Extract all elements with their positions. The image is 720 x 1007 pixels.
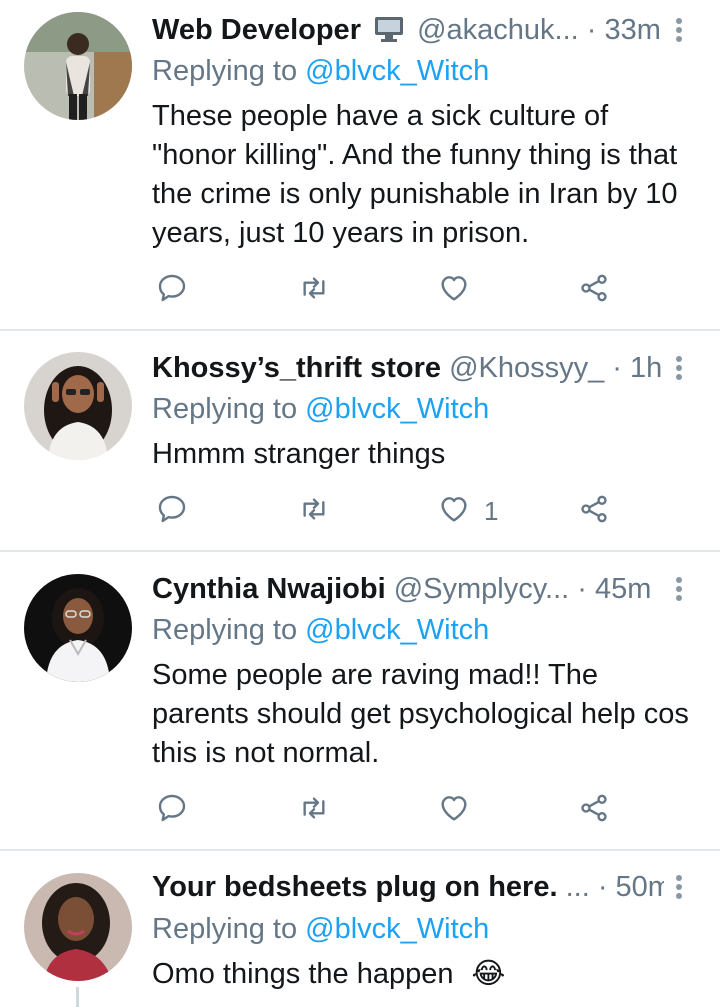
tweet-actions: 1 — [0, 491, 720, 531]
mention-link[interactable]: @blvck_Witch — [305, 393, 489, 425]
replying-to: Replying to @blvck_Witch — [152, 909, 489, 949]
more-vertical-icon[interactable] — [664, 348, 694, 388]
share-icon — [578, 272, 610, 309]
retweet-button[interactable] — [298, 491, 330, 531]
avatar[interactable] — [24, 12, 132, 120]
timestamp[interactable]: · 1h — [612, 352, 662, 384]
display-name[interactable]: Web Developer — [152, 14, 361, 46]
tweet-2[interactable]: Khossy’s_thrift store @Khossyy_ · 1h Rep… — [0, 331, 720, 551]
replying-label: Replying to — [152, 55, 298, 87]
avatar[interactable] — [24, 352, 132, 460]
timestamp[interactable]: · 33m — [587, 14, 661, 46]
retweet-icon — [298, 493, 330, 530]
more-vertical-icon[interactable] — [664, 569, 694, 609]
retweet-button[interactable] — [298, 270, 330, 310]
replying-to: Replying to @blvck_Witch — [152, 389, 489, 429]
display-name[interactable]: Your bedsheets plug on here. — [152, 871, 558, 903]
tweet-actions — [0, 270, 720, 310]
replying-label: Replying to — [152, 913, 298, 945]
mention-link[interactable]: @blvck_Witch — [305, 55, 489, 87]
share-button[interactable] — [578, 491, 610, 531]
tweet-4[interactable]: Your bedsheets plug on here. ... · 50m R… — [0, 851, 720, 1007]
laughing-emoji-icon: 😂 — [471, 958, 506, 990]
tweet-3[interactable]: Cynthia Nwajiobi @Symplycy... · 45m Repl… — [0, 552, 720, 850]
share-button[interactable] — [578, 270, 610, 310]
heart-icon — [438, 792, 470, 829]
timestamp[interactable]: · 50m — [598, 871, 664, 903]
tweet-text: These people have a sick culture of "hon… — [152, 100, 678, 249]
like-button[interactable] — [438, 270, 484, 310]
share-icon — [578, 493, 610, 530]
timestamp[interactable]: · 45m — [577, 573, 651, 605]
user-handle[interactable]: ... — [566, 871, 590, 903]
retweet-icon — [298, 792, 330, 829]
replying-label: Replying to — [152, 614, 298, 646]
like-count: 1 — [484, 495, 499, 526]
mention-link[interactable]: @blvck_Witch — [305, 913, 489, 945]
reply-button[interactable] — [156, 790, 188, 830]
tweet-text-container: Omo things the happen 😂 — [152, 955, 692, 994]
replying-to: Replying to @blvck_Witch — [152, 51, 489, 91]
share-icon — [578, 792, 610, 829]
reply-icon — [156, 493, 188, 530]
user-handle[interactable]: @Khossyy_ — [449, 352, 604, 384]
reply-button[interactable] — [156, 270, 188, 310]
like-button[interactable]: 1 — [438, 491, 498, 531]
heart-icon — [438, 493, 470, 530]
like-button[interactable] — [438, 790, 484, 830]
share-button[interactable] — [578, 790, 610, 830]
replying-to: Replying to @blvck_Witch — [152, 610, 489, 650]
computer-icon — [373, 14, 405, 50]
mention-link[interactable]: @blvck_Witch — [305, 614, 489, 646]
display-name[interactable]: Cynthia Nwajiobi — [152, 573, 386, 605]
retweet-icon — [298, 272, 330, 309]
avatar[interactable] — [24, 574, 132, 682]
tweet-actions — [0, 790, 720, 830]
tweet-text: Some people are raving mad!! The parents… — [152, 659, 689, 769]
user-handle[interactable]: @Symplycy... — [394, 573, 570, 605]
tweet-1[interactable]: Web Developer @akachuk... · 33m Replying… — [0, 0, 720, 330]
more-vertical-icon[interactable] — [664, 867, 694, 907]
user-handle[interactable]: @akachuk... — [417, 14, 579, 46]
reply-button[interactable] — [156, 491, 188, 531]
reply-icon — [156, 792, 188, 829]
replying-label: Replying to — [152, 393, 298, 425]
reply-icon — [156, 272, 188, 309]
tweet-text: Hmmm stranger things — [152, 438, 446, 470]
tweet-text: Omo things the happen — [152, 958, 454, 990]
heart-icon — [438, 272, 470, 309]
thread-line — [76, 987, 79, 1007]
retweet-button[interactable] — [298, 790, 330, 830]
avatar[interactable] — [24, 873, 132, 981]
display-name[interactable]: Khossy’s_thrift store — [152, 352, 441, 384]
more-vertical-icon[interactable] — [664, 10, 694, 50]
